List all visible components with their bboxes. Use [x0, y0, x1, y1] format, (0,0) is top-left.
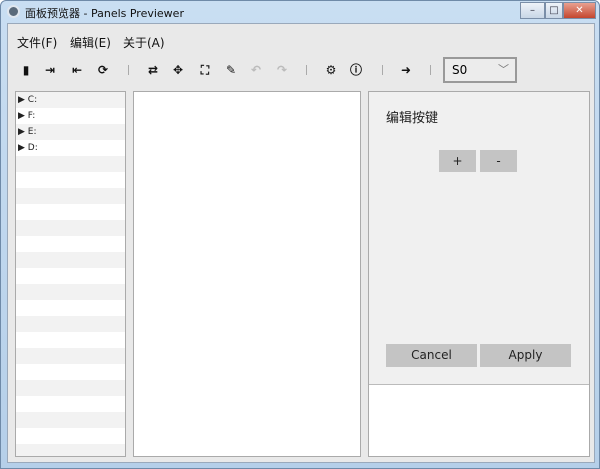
empty-row [16, 412, 125, 428]
tree-item-f[interactable]: ▶ F: [16, 108, 125, 124]
minimize-button[interactable]: – [520, 2, 545, 19]
export-icon[interactable]: ⇤ [69, 62, 85, 78]
empty-row [16, 156, 125, 172]
window-title: 面板预览器 - Panels Previewer [25, 7, 184, 20]
empty-row [16, 220, 125, 236]
menu-about[interactable]: 关于(A) [123, 34, 165, 51]
expand-arrow-icon[interactable]: ▶ [18, 111, 25, 121]
edit-icon[interactable]: ✎ [223, 62, 239, 78]
empty-row [16, 204, 125, 220]
tree-item-c[interactable]: ▶ C: [16, 92, 125, 108]
editor-title: 编辑按键 [386, 111, 439, 126]
toolbar-separator [306, 65, 307, 75]
key-editor-panel: 编辑按键 + - Cancel Apply [368, 91, 590, 457]
info-icon[interactable]: ⓘ [348, 62, 364, 78]
empty-row [16, 348, 125, 364]
drive-tree[interactable]: ▶ C: ▶ F: ▶ E: ▶ D: [15, 91, 126, 457]
expand-arrow-icon[interactable]: ▶ [18, 143, 25, 153]
add-key-button[interactable]: + [439, 150, 476, 172]
exit-icon[interactable]: ➜ [398, 62, 414, 78]
new-file-icon[interactable]: ▮ [18, 62, 34, 78]
close-button[interactable]: ✕ [563, 2, 596, 19]
empty-row [16, 428, 125, 444]
tree-item-d[interactable]: ▶ D: [16, 140, 125, 156]
empty-row [16, 364, 125, 380]
swap-icon[interactable]: ⇄ [145, 62, 161, 78]
undo-icon[interactable]: ↶ [248, 62, 264, 78]
chevron-down-icon: ﹀ [498, 63, 509, 76]
menu-file[interactable]: 文件(F) [17, 34, 57, 51]
empty-row [16, 188, 125, 204]
empty-row [16, 332, 125, 348]
settings-icon[interactable]: ⚙ [323, 62, 339, 78]
apply-button[interactable]: Apply [480, 344, 571, 367]
empty-row [16, 316, 125, 332]
maximize-button[interactable]: □ [545, 2, 563, 19]
key-list-area[interactable] [369, 384, 589, 456]
tree-item-label: E: [27, 127, 37, 137]
fullscreen-icon[interactable]: ⛶ [197, 62, 213, 78]
scene-select[interactable]: S0 ﹀ [443, 57, 517, 83]
redo-icon[interactable]: ↷ [274, 62, 290, 78]
scene-select-value: S0 [452, 63, 468, 77]
app-icon [7, 5, 20, 18]
tree-item-label: F: [27, 111, 36, 121]
empty-row [16, 284, 125, 300]
refresh-icon[interactable]: ⟳ [95, 62, 111, 78]
toolbar-separator [382, 65, 383, 75]
empty-row [16, 380, 125, 396]
empty-row [16, 300, 125, 316]
window-frame: 面板预览器 - Panels Previewer – □ ✕ 文件(F) 编辑(… [0, 0, 600, 469]
client-area: 文件(F) 编辑(E) 关于(A) ▮ ⇥ ⇤ ⟳ ⇄ ✥ ⛶ ✎ ↶ ↷ ⚙ … [7, 23, 595, 463]
tree-item-label: D: [27, 143, 38, 153]
remove-key-button[interactable]: - [480, 150, 517, 172]
menu-edit[interactable]: 编辑(E) [70, 34, 111, 51]
preview-panel[interactable] [133, 91, 361, 457]
title-bar[interactable]: 面板预览器 - Panels Previewer – □ ✕ [1, 1, 600, 23]
empty-row [16, 268, 125, 284]
empty-row [16, 396, 125, 412]
empty-row [16, 444, 125, 456]
cancel-button[interactable]: Cancel [386, 344, 477, 367]
tree-item-label: C: [27, 95, 38, 105]
expand-arrow-icon[interactable]: ▶ [18, 95, 25, 105]
tree-item-e[interactable]: ▶ E: [16, 124, 125, 140]
empty-row [16, 172, 125, 188]
toolbar-separator [128, 65, 129, 75]
import-icon[interactable]: ⇥ [42, 62, 58, 78]
toolbar-separator [430, 65, 431, 75]
move-icon[interactable]: ✥ [170, 62, 186, 78]
empty-row [16, 236, 125, 252]
expand-arrow-icon[interactable]: ▶ [18, 127, 25, 137]
empty-row [16, 252, 125, 268]
